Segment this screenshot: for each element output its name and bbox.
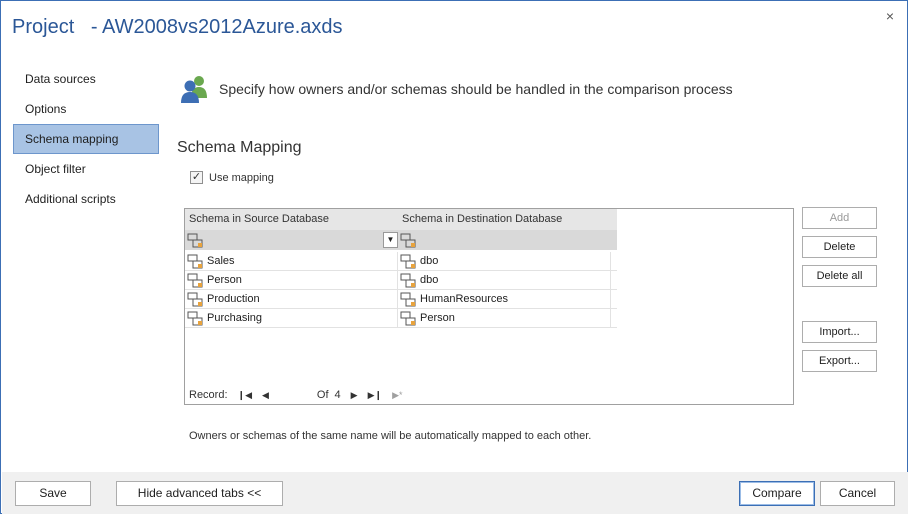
delete-all-button[interactable]: Delete all	[802, 265, 877, 287]
project-dialog: Project - AW2008vs2012Azure.axds × Data …	[0, 0, 908, 514]
schema-icon	[187, 311, 203, 325]
first-record-icon[interactable]: ❙◀	[238, 390, 252, 401]
source-schema-name: Purchasing	[207, 312, 263, 324]
sidebar-item-additional-scripts[interactable]: Additional scripts	[13, 184, 159, 214]
add-button[interactable]: Add	[802, 207, 877, 229]
sidebar-item-options[interactable]: Options	[13, 94, 159, 124]
table-row[interactable]: Person dbo	[185, 271, 617, 290]
use-mapping-label: Use mapping	[209, 171, 274, 184]
export-button[interactable]: Export...	[802, 350, 877, 372]
dialog-title: Project - AW2008vs2012Azure.axds	[12, 16, 343, 38]
schema-icon	[187, 254, 203, 268]
section-title: Schema Mapping	[177, 139, 302, 156]
users-icon	[181, 76, 207, 103]
schema-icon	[187, 273, 203, 287]
dialog-footer: Save Hide advanced tabs << Compare Cance…	[2, 472, 908, 514]
filter-destination[interactable]	[398, 230, 611, 250]
new-record-icon[interactable]: ▶*	[392, 390, 402, 401]
page-header: Specify how owners and/or schemas should…	[179, 74, 733, 104]
delete-button[interactable]: Delete	[802, 236, 877, 258]
sidebar-nav: Data sources Options Schema mapping Obje…	[13, 64, 159, 214]
save-button[interactable]: Save	[15, 481, 91, 506]
chevron-down-icon[interactable]: ▼	[383, 232, 398, 248]
record-navigator: Record: ❙◀ ◀ Of 4 ▶ ▶❙ ▶*	[189, 389, 403, 401]
col-header-destination[interactable]: Schema in Destination Database	[398, 209, 611, 230]
sidebar-item-object-filter[interactable]: Object filter	[13, 154, 159, 184]
source-cell[interactable]: Person	[185, 271, 398, 289]
use-mapping-checkbox[interactable]: ✓	[190, 171, 203, 184]
close-icon[interactable]: ×	[881, 7, 899, 25]
use-mapping-row: ✓ Use mapping	[190, 171, 274, 184]
import-button[interactable]: Import...	[802, 321, 877, 343]
grid-rows: Sales dbo Person dbo Production HumanRes…	[185, 252, 617, 328]
dest-cell[interactable]: HumanResources	[398, 290, 611, 308]
schema-icon	[400, 233, 416, 247]
schema-icon	[400, 292, 416, 306]
schema-icon	[400, 254, 416, 268]
cancel-button[interactable]: Cancel	[820, 481, 895, 506]
filter-source[interactable]: ▼	[185, 230, 398, 250]
dest-cell[interactable]: dbo	[398, 252, 611, 270]
header-description: Specify how owners and/or schemas should…	[219, 81, 733, 97]
source-cell[interactable]: Purchasing	[185, 309, 398, 327]
record-label: Record:	[189, 389, 228, 401]
next-record-icon[interactable]: ▶	[351, 390, 358, 401]
dest-cell[interactable]: Person	[398, 309, 611, 327]
source-schema-name: Sales	[207, 255, 235, 267]
dest-schema-name: HumanResources	[420, 293, 509, 305]
dest-cell[interactable]: dbo	[398, 271, 611, 289]
col-header-source[interactable]: Schema in Source Database	[185, 209, 398, 230]
source-cell[interactable]: Sales	[185, 252, 398, 270]
source-schema-name: Person	[207, 274, 242, 286]
table-row[interactable]: Purchasing Person	[185, 309, 617, 328]
source-cell[interactable]: Production	[185, 290, 398, 308]
record-count: 4	[334, 389, 341, 401]
dest-schema-name: dbo	[420, 255, 439, 267]
prev-record-icon[interactable]: ◀	[262, 390, 269, 401]
sidebar-item-data-sources[interactable]: Data sources	[13, 64, 159, 94]
schema-icon	[187, 233, 203, 247]
grid-header: Schema in Source Database Schema in Dest…	[185, 209, 617, 230]
mapping-footnote: Owners or schemas of the same name will …	[189, 430, 592, 442]
schema-icon	[400, 311, 416, 325]
last-record-icon[interactable]: ▶❙	[368, 390, 382, 401]
dest-schema-name: Person	[420, 312, 455, 324]
source-schema-name: Production	[207, 293, 260, 305]
schema-icon	[400, 273, 416, 287]
hide-advanced-tabs-button[interactable]: Hide advanced tabs <<	[116, 481, 283, 506]
dest-schema-name: dbo	[420, 274, 439, 286]
schema-icon	[187, 292, 203, 306]
sidebar-item-schema-mapping[interactable]: Schema mapping	[13, 124, 159, 154]
table-row[interactable]: Production HumanResources	[185, 290, 617, 309]
compare-button[interactable]: Compare	[739, 481, 815, 506]
of-label: Of	[316, 389, 329, 401]
grid-filter-row: ▼	[185, 230, 617, 250]
schema-mapping-grid: Schema in Source Database Schema in Dest…	[184, 208, 794, 405]
table-row[interactable]: Sales dbo	[185, 252, 617, 271]
